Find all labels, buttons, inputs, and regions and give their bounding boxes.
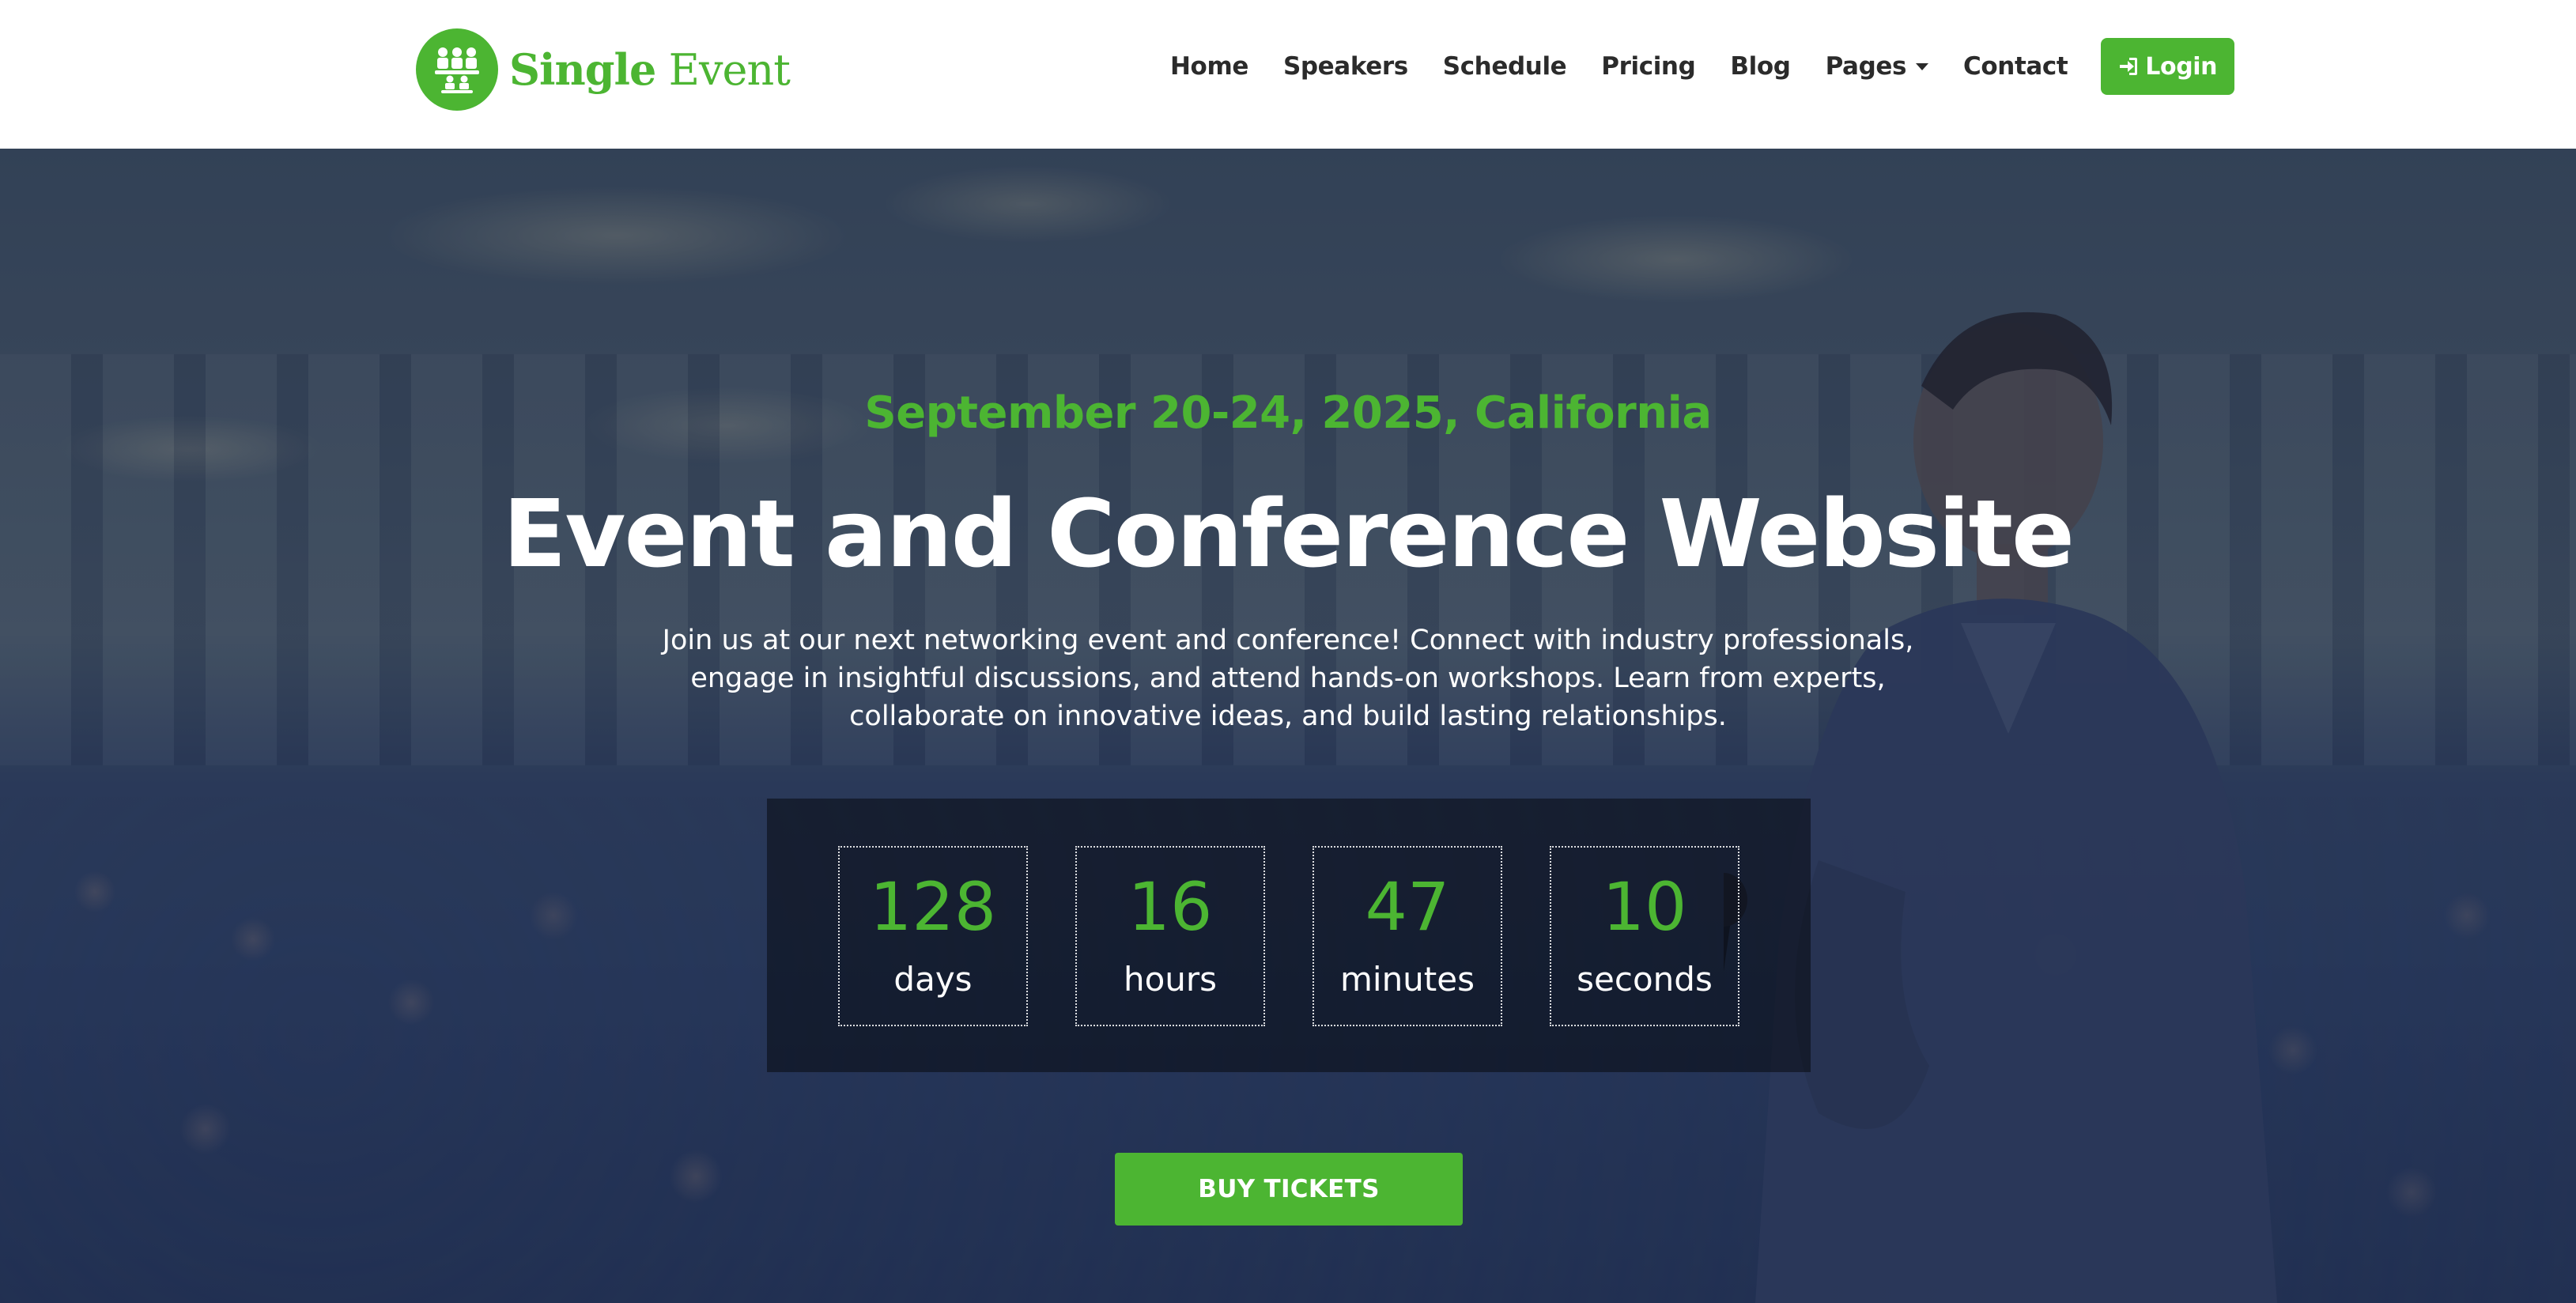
nav-blog[interactable]: Blog	[1730, 52, 1791, 81]
top-navbar: Single Event Home Speakers Schedule Pric…	[0, 0, 2576, 149]
event-date-location: September 20-24, 2025, California	[864, 387, 1712, 439]
hero-description: Join us at our next networking event and…	[662, 625, 1914, 732]
caret-down-icon	[1916, 62, 1929, 70]
countdown-seconds-value: 10	[1602, 868, 1687, 946]
countdown-days: 128 days	[838, 846, 1028, 1026]
hero-section: September 20-24, 2025, California Event …	[0, 149, 2576, 1303]
brand-name-light: Event	[668, 45, 791, 95]
countdown-hours-label: hours	[1123, 960, 1218, 999]
hero-title: Event and Conference Website	[502, 479, 2075, 588]
countdown-timer: 128 days 16 hours 47 minutes 10 seconds	[767, 799, 1811, 1072]
audience-seats-icon	[416, 28, 498, 111]
countdown-minutes: 47 minutes	[1313, 846, 1502, 1026]
nav-pages-label: Pages	[1825, 52, 1907, 81]
countdown-hours-value: 16	[1127, 868, 1213, 946]
brand-logo-link[interactable]: Single Event	[416, 28, 791, 111]
countdown-days-label: days	[893, 960, 973, 999]
brand-name-bold: Single	[509, 44, 656, 95]
countdown-hours: 16 hours	[1075, 846, 1265, 1026]
countdown-days-value: 128	[869, 868, 997, 946]
countdown-minutes-label: minutes	[1339, 960, 1475, 999]
nav-pages-dropdown[interactable]: Pages	[1825, 52, 1929, 81]
countdown-seconds: 10 seconds	[1550, 846, 1739, 1026]
brand-name: Single Event	[509, 44, 791, 95]
sign-in-icon	[2120, 58, 2138, 75]
nav-schedule[interactable]: Schedule	[1443, 52, 1567, 81]
nav-home[interactable]: Home	[1170, 52, 1248, 81]
countdown-minutes-value: 47	[1365, 868, 1450, 946]
countdown-seconds-label: seconds	[1577, 960, 1713, 999]
buy-tickets-button[interactable]: BUY TICKETS	[1115, 1153, 1463, 1226]
nav-speakers[interactable]: Speakers	[1283, 52, 1408, 81]
login-button[interactable]: Login	[2101, 38, 2235, 95]
login-label: Login	[2145, 52, 2218, 81]
main-nav: Home Speakers Schedule Pricing Blog Page…	[1170, 38, 2235, 95]
nav-contact[interactable]: Contact	[1963, 52, 2068, 81]
nav-pricing[interactable]: Pricing	[1601, 52, 1696, 81]
